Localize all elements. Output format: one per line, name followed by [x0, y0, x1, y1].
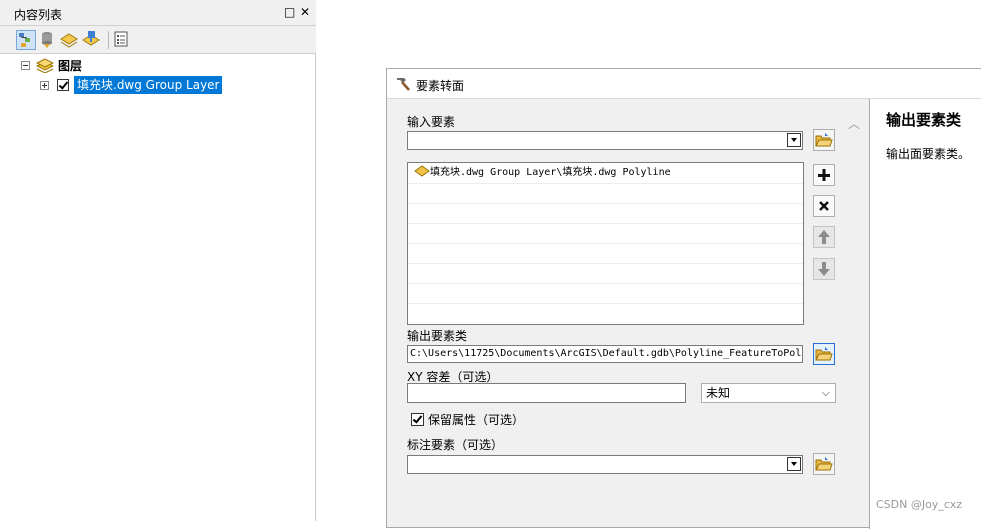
- list-by-drawing-order-icon: [19, 33, 30, 47]
- browse-input-features-button[interactable]: [813, 129, 835, 151]
- list-by-source-icon: [42, 32, 52, 48]
- browse-output-button[interactable]: [813, 343, 835, 365]
- toc-options-button[interactable]: [112, 30, 132, 50]
- float-window-button[interactable]: □: [284, 5, 295, 19]
- tree-row-layers: 图层: [0, 56, 316, 74]
- watermark: CSDN @Joy_cxz: [876, 498, 963, 511]
- toolbar-separator: [108, 31, 109, 49]
- list-item-label: 填充块.dwg Group Layer\填充块.dwg Polyline: [430, 167, 671, 178]
- input-features-label: 输入要素: [407, 115, 456, 129]
- feature-to-polygon-dialog: 要素转面 输入要素 填充块.dwg Group Layer\填充块.dwg Po…: [386, 68, 981, 529]
- dialog-title: 要素转面: [416, 79, 465, 93]
- polyline-layer-icon: [414, 165, 430, 177]
- list-by-visibility-button[interactable]: [60, 30, 80, 50]
- move-up-button[interactable]: [813, 226, 835, 248]
- list-by-source-button[interactable]: [38, 30, 58, 50]
- toc-toolbar: [0, 26, 316, 54]
- list-by-drawing-order-button[interactable]: [16, 30, 36, 50]
- layers-root-label: 图层: [58, 59, 83, 73]
- chevron-down-icon: ⌵: [821, 386, 830, 399]
- dropdown-arrow-icon[interactable]: [787, 457, 801, 471]
- expand-group-layer-toggle[interactable]: [40, 81, 49, 90]
- options-icon: [114, 31, 128, 47]
- input-features-dropdown[interactable]: [407, 131, 803, 150]
- plus-icon: [818, 169, 830, 181]
- help-body: 输出面要素类。: [886, 147, 971, 161]
- group-layer-label[interactable]: 填充块.dwg Group Layer: [74, 76, 223, 94]
- list-divider: [408, 223, 803, 224]
- open-folder-icon: [815, 133, 833, 147]
- dialog-titlebar: 要素转面: [387, 69, 981, 99]
- label-features-dropdown[interactable]: [407, 455, 803, 474]
- delete-row-button[interactable]: [813, 195, 835, 217]
- help-title: 输出要素类: [886, 111, 962, 129]
- list-divider: [408, 203, 803, 204]
- list-divider: [408, 263, 803, 264]
- list-by-visibility-icon: [60, 33, 78, 48]
- arrow-up-icon: [818, 230, 830, 244]
- scroll-up-icon[interactable]: ︿: [848, 115, 860, 132]
- list-divider: [408, 243, 803, 244]
- xy-unit-select[interactable]: 未知 ⌵: [701, 383, 836, 403]
- tree-row-group-layer[interactable]: 填充块.dwg Group Layer: [0, 76, 316, 94]
- preserve-attributes-label: 保留属性（可选）: [428, 413, 525, 427]
- browse-label-features-button[interactable]: [813, 453, 835, 475]
- group-layer-visibility-checkbox[interactable]: [57, 79, 69, 91]
- collapse-layers-toggle[interactable]: [21, 61, 30, 70]
- move-down-button[interactable]: [813, 258, 835, 280]
- xy-unit-value: 未知: [706, 386, 731, 400]
- input-features-list[interactable]: 填充块.dwg Group Layer\填充块.dwg Polyline: [407, 162, 804, 325]
- list-divider: [408, 183, 803, 184]
- output-feature-class-value: C:\Users\11725\Documents\ArcGIS\Default.…: [410, 348, 802, 359]
- list-divider: [408, 283, 803, 284]
- hammer-tool-icon: [397, 78, 410, 91]
- layers-icon: [36, 58, 54, 73]
- open-folder-icon: [815, 347, 833, 361]
- list-by-selection-icon: [82, 31, 100, 46]
- toc-titlebar: 内容列表 □ ✕: [0, 0, 316, 26]
- table-of-contents-panel: 内容列表 □ ✕ 图层 填充块.dwg Group Layer: [0, 0, 316, 521]
- dropdown-arrow-icon[interactable]: [787, 133, 801, 147]
- close-panel-button[interactable]: ✕: [300, 5, 310, 19]
- xy-tolerance-input[interactable]: [407, 383, 686, 403]
- open-folder-icon: [815, 457, 833, 471]
- list-item[interactable]: 填充块.dwg Group Layer\填充块.dwg Polyline: [414, 165, 671, 181]
- toc-title: 内容列表: [14, 8, 63, 22]
- list-divider: [408, 303, 803, 304]
- help-pane: 输出要素类 输出面要素类。: [869, 99, 981, 529]
- label-features-label: 标注要素（可选）: [407, 438, 504, 452]
- arrow-down-icon: [818, 262, 830, 276]
- output-feature-class-label: 输出要素类: [407, 329, 468, 343]
- close-icon: [819, 201, 829, 211]
- add-row-button[interactable]: [813, 164, 835, 186]
- output-feature-class-field[interactable]: C:\Users\11725\Documents\ArcGIS\Default.…: [407, 345, 803, 363]
- list-by-selection-button[interactable]: [82, 30, 102, 50]
- preserve-attributes-checkbox[interactable]: [411, 413, 424, 426]
